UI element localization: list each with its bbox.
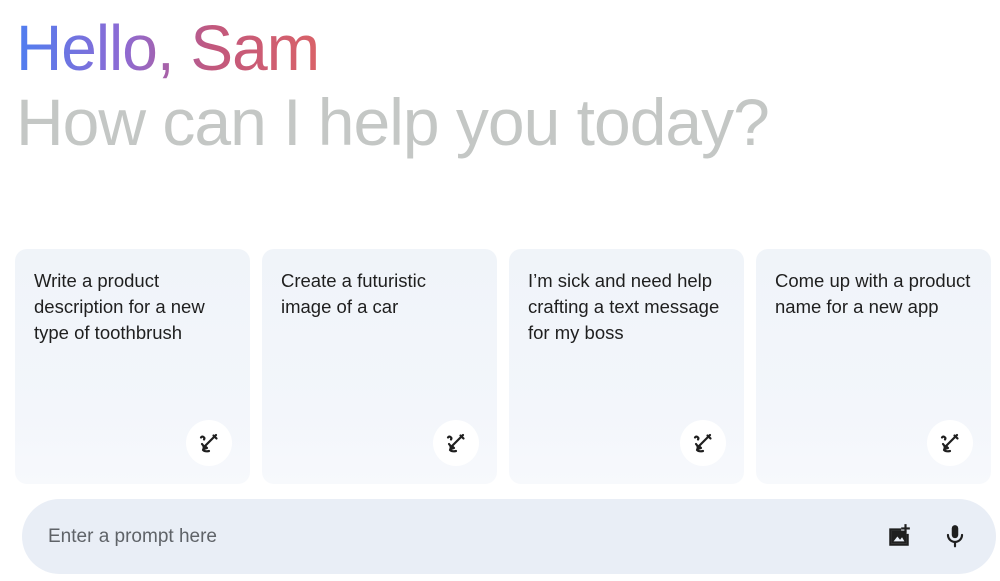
edit-sparkle-icon [680,420,726,466]
add-image-button[interactable] [879,516,919,556]
suggestion-card-text: Write a product description for a new ty… [34,270,205,343]
greeting-heading: Hello, Sam [16,8,320,88]
suggestion-card-text: I’m sick and need help crafting a text m… [528,270,720,343]
suggestion-card-toothbrush[interactable]: Write a product description for a new ty… [15,249,250,484]
suggestion-card-car-image[interactable]: Create a futuristic image of a car [262,249,497,484]
prompt-input[interactable] [46,518,830,556]
microphone-button[interactable] [935,516,975,556]
suggestion-card-boss-message[interactable]: I’m sick and need help crafting a text m… [509,249,744,484]
add-image-icon [886,523,912,549]
greeting-text: Hello, Sam [16,12,320,84]
suggestion-cards: Write a product description for a new ty… [15,249,991,484]
edit-sparkle-icon [433,420,479,466]
microphone-icon [942,523,968,549]
page-subtitle: How can I help you today? [16,85,770,159]
suggestion-card-text: Come up with a product name for a new ap… [775,270,971,317]
edit-sparkle-icon [186,420,232,466]
edit-sparkle-icon [927,420,973,466]
prompt-bar [22,499,996,574]
suggestion-card-text: Create a futuristic image of a car [281,270,426,317]
suggestion-card-app-name[interactable]: Come up with a product name for a new ap… [756,249,991,484]
